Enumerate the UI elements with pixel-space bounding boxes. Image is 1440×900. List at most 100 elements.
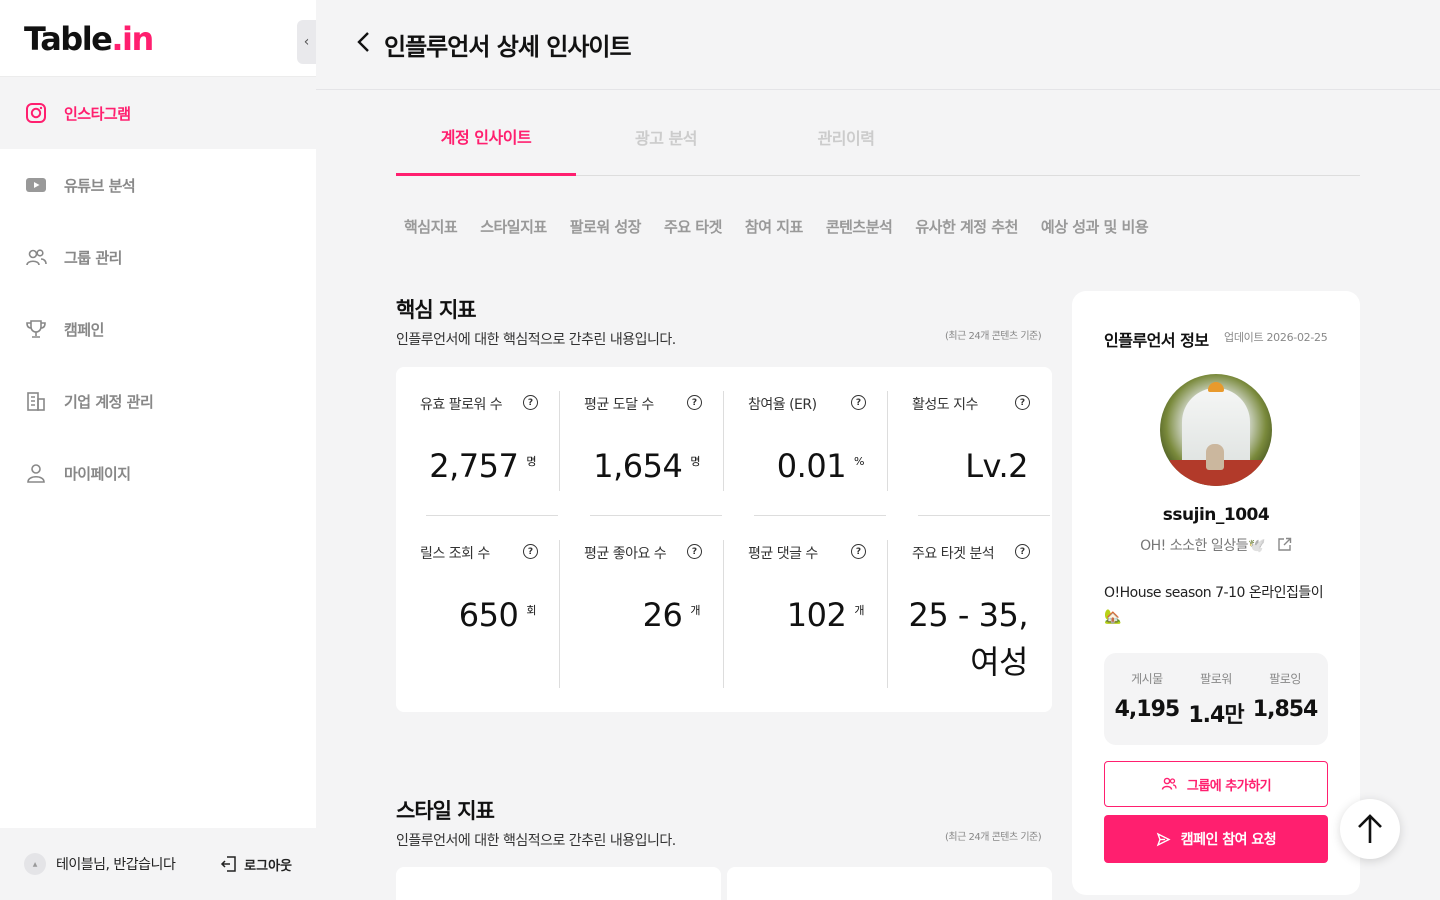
add-to-group-button[interactable]: 그룹에 추가하기 [1104, 761, 1328, 807]
divider [723, 540, 724, 688]
metric-main-target: 주요 타겟 분석 ? 25 - 35, 여성 [888, 516, 1052, 706]
metric-label: 활성도 지수 [912, 397, 978, 413]
logout-button[interactable]: 로그아웃 [220, 855, 292, 874]
sidebar-item-company[interactable]: 기업 계정 관리 [0, 365, 316, 437]
subtab-expected[interactable]: 예상 성과 및 비용 [1041, 216, 1149, 237]
username: ssujin_1004 [1162, 505, 1270, 525]
section-desc-style: 인플루언서에 대한 핵심적으로 간추린 내용입니다. [396, 833, 676, 849]
sidebar-item-label: 캠페인 [64, 320, 104, 339]
stat-posts: 게시물 4,195 [1114, 672, 1181, 722]
metric-label: 유효 팔로워 수 [420, 397, 503, 413]
subtab-style[interactable]: 스타일지표 [480, 216, 547, 237]
metric-label: 평균 도달 수 [584, 397, 654, 413]
tab-ad-analysis[interactable]: 광고 분석 [576, 98, 756, 176]
section-title-core: 핵심 지표 [396, 298, 477, 322]
metric-label: 릴스 조회 수 [420, 546, 490, 562]
metric-value: 1,654 명 [593, 447, 700, 485]
subtab-content[interactable]: 콘텐츠분석 [826, 216, 893, 237]
divider [887, 540, 888, 688]
metric-value: 26 개 [642, 596, 701, 634]
subtab-core[interactable]: 핵심지표 [404, 216, 458, 237]
external-link-icon[interactable] [1277, 537, 1292, 552]
metric-value: 102 개 [786, 596, 865, 634]
stat-followers: 팔로워 1.4만 [1188, 672, 1244, 728]
panel-title: 인플루언서 정보 [1104, 331, 1209, 350]
metric-effective-followers: 유효 팔로워 수 ? 2,757 명 [396, 367, 560, 517]
logo-area: Table.in ‹ [0, 0, 316, 77]
logout-icon [221, 856, 236, 872]
help-icon[interactable]: ? [851, 544, 866, 559]
sidebar-item-label: 기업 계정 관리 [64, 392, 154, 411]
sidebar-item-campaign[interactable]: 캠페인 [0, 293, 316, 365]
section-title-style: 스타일 지표 [396, 799, 495, 823]
send-icon [1156, 832, 1171, 846]
subtab-follower-growth[interactable]: 팔로워 성장 [570, 216, 642, 237]
divider [590, 515, 722, 516]
scroll-to-top-button[interactable] [1340, 799, 1400, 859]
divider [918, 515, 1050, 516]
profile-stats: 게시물 4,195 팔로워 1.4만 팔로잉 1,854 [1104, 653, 1328, 745]
sidebar-item-label: 그룹 관리 [64, 248, 122, 267]
subtab-target[interactable]: 주요 타겟 [664, 216, 722, 237]
sidebar-collapse-button[interactable]: ‹ [297, 20, 316, 64]
influencer-info-card: 인플루언서 정보 업데이트 2026-02-25 ssujin_1004 OH!… [1072, 291, 1360, 895]
style-card [727, 867, 1052, 900]
metric-avg-reach: 평균 도달 수 ? 1,654 명 [560, 367, 724, 517]
tab-account-insight[interactable]: 계정 인사이트 [396, 98, 576, 176]
user-icon [24, 461, 48, 485]
campaign-request-button[interactable]: 캠페인 참여 요청 [1104, 815, 1328, 863]
metric-label: 평균 좋아요 수 [584, 546, 667, 562]
greeting-text: 테이블님, 반갑습니다 [56, 857, 176, 873]
help-icon[interactable]: ? [1015, 544, 1030, 559]
section-note-core: (최근 24개 콘텐츠 기준) [945, 331, 1042, 342]
group-icon [1161, 777, 1177, 790]
help-icon[interactable]: ? [851, 395, 866, 410]
metric-activity-index: 활성도 지수 ? Lv.2 [888, 367, 1052, 517]
tab-history[interactable]: 관리이력 [756, 98, 936, 176]
divider [559, 540, 560, 688]
divider [426, 515, 558, 516]
metric-value: Lv.2 [965, 447, 1028, 485]
page-title: 인플루언서 상세 인사이트 [384, 33, 632, 61]
metric-reels-views: 릴스 조회 수 ? 650 회 [396, 516, 560, 706]
metric-value: 650 회 [458, 596, 537, 634]
avatar: ▲ [24, 853, 46, 875]
arrow-up-icon [1358, 814, 1382, 843]
sidebar-item-instagram[interactable]: 인스타그램 [0, 77, 316, 149]
divider [887, 391, 888, 491]
profile-image [1160, 374, 1272, 486]
stat-following: 팔로잉 1,854 [1252, 672, 1319, 722]
youtube-icon [24, 173, 48, 197]
back-arrow-icon[interactable] [354, 30, 374, 60]
chevron-left-icon: ‹ [303, 34, 310, 50]
metric-label: 참여율 (ER) [748, 397, 817, 413]
sidebar-item-mypage[interactable]: 마이페이지 [0, 437, 316, 509]
trophy-icon [24, 317, 48, 341]
divider [754, 515, 886, 516]
section-note-style: (최근 24개 콘텐츠 기준) [945, 832, 1042, 843]
building-icon [24, 389, 48, 413]
sidebar-item-group[interactable]: 그룹 관리 [0, 221, 316, 293]
instagram-icon [24, 101, 48, 125]
metric-label: 주요 타겟 분석 [912, 546, 995, 562]
divider [723, 391, 724, 491]
subtab-engagement[interactable]: 참여 지표 [745, 216, 803, 237]
section-desc-core: 인플루언서에 대한 핵심적으로 간추린 내용입니다. [396, 332, 676, 348]
help-icon[interactable]: ? [1015, 395, 1030, 410]
help-icon[interactable]: ? [523, 544, 538, 559]
subtab-similar[interactable]: 유사한 계정 추천 [915, 216, 1018, 237]
logo[interactable]: Table.in [24, 20, 154, 58]
group-icon [24, 245, 48, 269]
sidebar-item-youtube[interactable]: 유튜브 분석 [0, 149, 316, 221]
metric-avg-comments: 평균 댓글 수 ? 102 개 [724, 516, 888, 706]
help-icon[interactable]: ? [687, 395, 702, 410]
metric-value: 25 - 35, 여성 [908, 596, 1029, 681]
help-icon[interactable]: ? [523, 395, 538, 410]
metric-value: 2,757 명 [429, 447, 536, 485]
style-card [396, 867, 721, 900]
core-metrics-card: 유효 팔로워 수 ? 2,757 명 평균 도달 수 ? 1,654 명 참여율 (… [396, 367, 1052, 712]
metric-value: 0.01% [776, 447, 865, 485]
metric-label: 평균 댓글 수 [748, 546, 818, 562]
help-icon[interactable]: ? [687, 544, 702, 559]
sub-tabs: 핵심지표 스타일지표 팔로워 성장 주요 타겟 참여 지표 콘텐츠분석 유사한 … [396, 200, 1360, 252]
